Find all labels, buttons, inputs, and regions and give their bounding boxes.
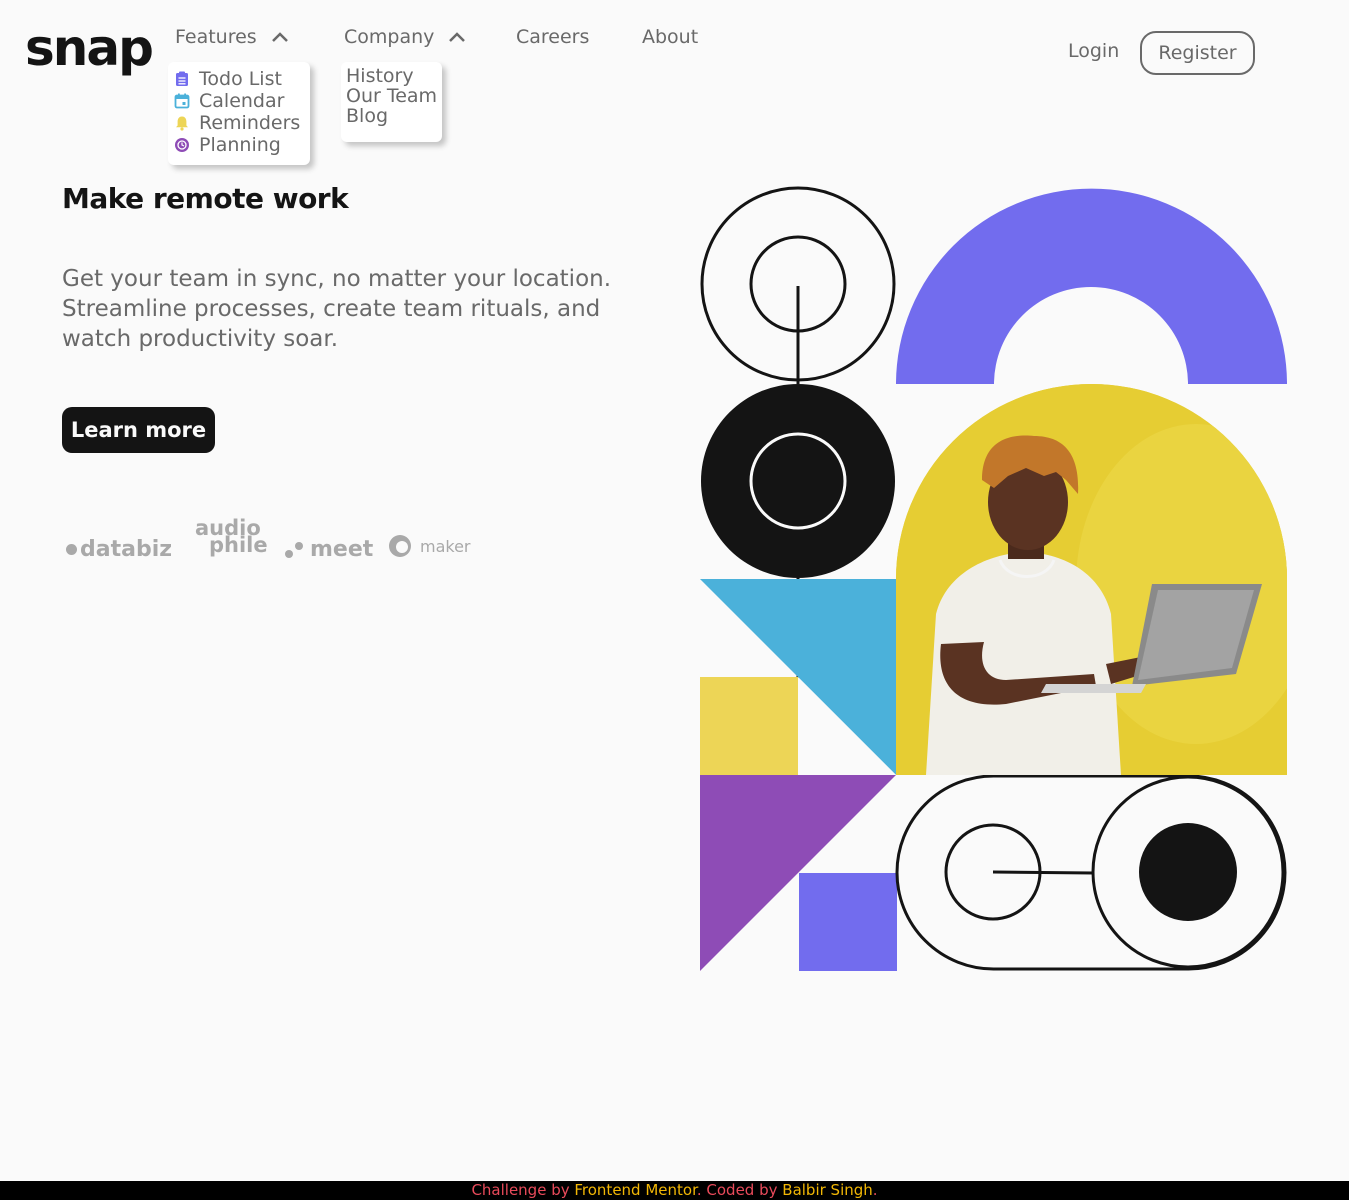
footer: Challenge by Frontend Mentor. Coded by B… [0, 1181, 1349, 1200]
bell-icon [176, 116, 188, 131]
company-dropdown: History Our Team Blog [341, 62, 442, 142]
footer-text: Challenge by [471, 1181, 575, 1199]
planning-icon [175, 138, 189, 152]
menu-item-todo-list[interactable]: Todo List [174, 68, 310, 90]
chevron-up-icon [449, 32, 466, 42]
maker-circle-icon [389, 535, 411, 557]
menu-item-our-team[interactable]: Our Team [346, 86, 442, 106]
menu-item-reminders[interactable]: Reminders [174, 112, 310, 134]
nav-about[interactable]: About [642, 26, 698, 48]
databiz-dot-icon [66, 544, 77, 555]
nav-features[interactable]: Features [175, 26, 289, 48]
features-dropdown: Todo List Calendar Reminders Planning [168, 62, 310, 165]
audiophile-logo: audio phile [195, 518, 268, 556]
maker-text: maker [420, 536, 471, 556]
menu-item-label: Calendar [199, 90, 285, 112]
login-link[interactable]: Login [1068, 40, 1119, 62]
page: snap Features Company Careers About Todo… [0, 0, 1349, 1200]
nav-careers[interactable]: Careers [516, 26, 589, 48]
nav-company[interactable]: Company [344, 26, 466, 48]
chevron-up-icon [271, 32, 288, 42]
databiz-logo: databiz [66, 537, 172, 562]
person-with-laptop-image [896, 384, 1287, 775]
nav-features-label: Features [175, 26, 257, 48]
learn-more-button[interactable]: Learn more [62, 407, 215, 453]
menu-item-label: Todo List [199, 68, 282, 90]
calendar-icon [174, 93, 190, 109]
menu-item-label: Reminders [199, 112, 301, 134]
meet-text: meet [310, 537, 374, 562]
nav-company-label: Company [344, 26, 435, 48]
menu-item-label: Planning [199, 134, 281, 156]
person-illustration [896, 384, 1287, 775]
menu-item-calendar[interactable]: Calendar [174, 90, 310, 112]
menu-item-history[interactable]: History [346, 66, 442, 86]
menu-item-planning[interactable]: Planning [174, 134, 310, 156]
register-button[interactable]: Register [1140, 31, 1255, 75]
hero-illustration [698, 186, 1290, 974]
maker-logo: maker [388, 534, 471, 558]
meet-dots-icon [285, 541, 303, 558]
todo-icon [176, 71, 188, 86]
hero-description: Get your team in sync, no matter your lo… [62, 266, 612, 352]
meet-logo: meet [284, 537, 373, 562]
footer-text: . [872, 1181, 878, 1199]
footer-text: . Coded by [696, 1181, 783, 1199]
frontend-mentor-link[interactable]: Frontend Mentor [574, 1181, 697, 1199]
hero-title: Make remote work [62, 182, 349, 215]
logo[interactable]: snap [25, 18, 154, 78]
databiz-text: databiz [80, 537, 173, 562]
menu-item-blog[interactable]: Blog [346, 106, 442, 126]
author-link[interactable]: Balbir Singh [782, 1181, 873, 1199]
